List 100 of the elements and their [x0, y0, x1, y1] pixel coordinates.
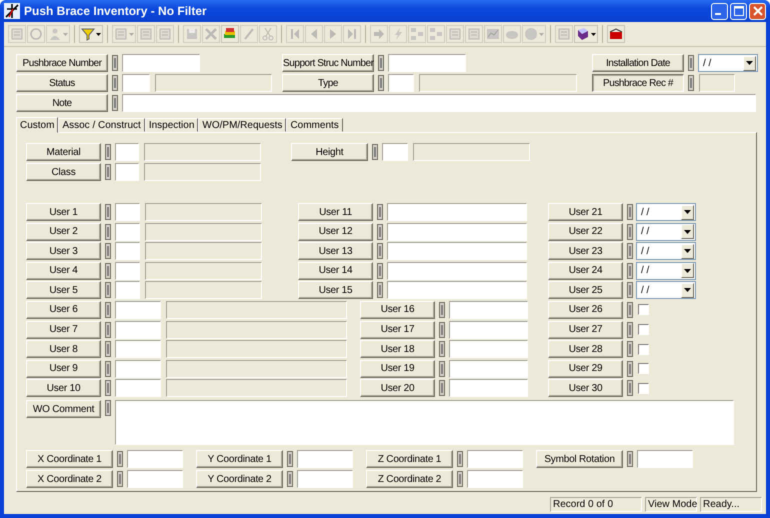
field-label-button[interactable]: User 23: [548, 242, 623, 260]
field-label-button[interactable]: User 29: [548, 360, 623, 378]
field-label-button[interactable]: User 15: [298, 281, 373, 300]
tab[interactable]: Custom: [16, 117, 58, 133]
comment-field[interactable]: [115, 400, 734, 446]
input-field[interactable]: [115, 360, 161, 378]
input-field[interactable]: [387, 203, 527, 221]
toolbar-button[interactable]: [574, 25, 598, 43]
field-label-button[interactable]: User 13: [298, 242, 373, 260]
input-field[interactable]: [467, 470, 523, 488]
field-label-button[interactable]: Note: [16, 94, 108, 112]
input-field[interactable]: [115, 222, 140, 241]
checkbox[interactable]: [638, 382, 649, 394]
date-field[interactable]: / /: [636, 262, 696, 280]
input-field[interactable]: [637, 450, 693, 468]
input-field[interactable]: [449, 320, 528, 339]
field-label-button[interactable]: Y Coordinate 2: [196, 470, 283, 488]
field-label-button[interactable]: User 4: [26, 262, 101, 280]
field-label-button[interactable]: User 27: [548, 320, 623, 339]
input-field[interactable]: [387, 262, 527, 280]
field-label-button[interactable]: Pushbrace Rec #: [592, 74, 684, 92]
field-label-button[interactable]: User 19: [360, 360, 435, 378]
field-label-button[interactable]: X Coordinate 1: [26, 450, 113, 468]
checkbox[interactable]: [638, 304, 649, 316]
input-field[interactable]: [115, 203, 140, 221]
field-label-button[interactable]: User 3: [26, 242, 101, 260]
input-field[interactable]: [387, 281, 527, 300]
input-field[interactable]: [127, 470, 183, 488]
field-label-button[interactable]: Installation Date: [592, 54, 684, 72]
field-label-button[interactable]: Y Coordinate 1: [196, 450, 283, 468]
input-field[interactable]: [449, 340, 528, 358]
input-field[interactable]: [115, 320, 161, 339]
field-label-button[interactable]: User 26: [548, 300, 623, 319]
date-field[interactable]: / /: [636, 222, 696, 241]
input-field[interactable]: [387, 242, 527, 260]
input-field[interactable]: [388, 74, 414, 92]
field-label-button[interactable]: Status: [16, 74, 108, 92]
input-field[interactable]: [115, 143, 139, 161]
field-label-button[interactable]: User 14: [298, 262, 373, 280]
field-label-button[interactable]: Type: [282, 74, 374, 92]
input-field[interactable]: [115, 281, 140, 300]
input-field[interactable]: [449, 379, 528, 398]
close-button[interactable]: [749, 2, 766, 20]
input-field[interactable]: [115, 163, 139, 181]
field-label-button[interactable]: User 17: [360, 320, 435, 339]
field-label-button[interactable]: User 11: [298, 203, 373, 221]
tab[interactable]: Assoc / Construct: [58, 118, 145, 132]
date-field[interactable]: / /: [636, 203, 696, 221]
tab[interactable]: WO/PM/Requests: [198, 118, 286, 132]
field-label-button[interactable]: User 24: [548, 262, 623, 280]
field-label-button[interactable]: WO Comment: [26, 400, 101, 418]
toolbar-button[interactable]: [79, 25, 103, 43]
input-field[interactable]: [127, 450, 183, 468]
field-label-button[interactable]: User 8: [26, 340, 101, 358]
field-label-button[interactable]: User 18: [360, 340, 435, 358]
field-label-button[interactable]: Z Coordinate 1: [366, 450, 453, 468]
field-label-button[interactable]: User 7: [26, 320, 101, 339]
input-field[interactable]: [115, 340, 161, 358]
field-label-button[interactable]: User 30: [548, 379, 623, 398]
field-label-button[interactable]: User 20: [360, 379, 435, 398]
field-label-button[interactable]: Material: [26, 143, 101, 161]
date-field[interactable]: / /: [636, 242, 696, 260]
field-label-button[interactable]: User 2: [26, 222, 101, 241]
field-label-button[interactable]: Pushbrace Number: [16, 54, 108, 72]
input-field[interactable]: [387, 222, 527, 241]
checkbox[interactable]: [638, 324, 649, 336]
input-field[interactable]: [115, 379, 161, 398]
input-field[interactable]: [115, 300, 161, 319]
input-field[interactable]: [297, 450, 353, 468]
field-label-button[interactable]: Z Coordinate 2: [366, 470, 453, 488]
input-field[interactable]: [115, 242, 140, 260]
field-label-button[interactable]: User 10: [26, 379, 101, 398]
field-label-button[interactable]: Class: [26, 163, 101, 181]
field-label-button[interactable]: User 6: [26, 300, 101, 319]
tab[interactable]: Comments: [286, 118, 343, 132]
maximize-button[interactable]: [730, 2, 747, 20]
field-label-button[interactable]: Support Struc Number: [282, 54, 374, 72]
input-field[interactable]: [122, 94, 756, 112]
minimize-button[interactable]: [711, 2, 728, 20]
toolbar-button[interactable]: [607, 25, 625, 43]
field-label-button[interactable]: User 21: [548, 203, 623, 221]
field-label-button[interactable]: Symbol Rotation: [536, 450, 623, 468]
input-field[interactable]: [122, 54, 200, 72]
input-field[interactable]: [115, 262, 140, 280]
date-field[interactable]: / /: [636, 281, 696, 300]
field-label-button[interactable]: User 5: [26, 281, 101, 300]
input-field[interactable]: [467, 450, 523, 468]
input-field[interactable]: [388, 54, 466, 72]
field-label-button[interactable]: User 22: [548, 222, 623, 241]
input-field[interactable]: [122, 74, 150, 92]
input-field[interactable]: [382, 143, 408, 161]
field-label-button[interactable]: User 28: [548, 340, 623, 358]
input-field[interactable]: [297, 470, 353, 488]
field-label-button[interactable]: User 1: [26, 203, 101, 221]
input-field[interactable]: [449, 300, 528, 319]
checkbox[interactable]: [638, 344, 649, 355]
checkbox[interactable]: [638, 363, 649, 374]
field-label-button[interactable]: User 25: [548, 281, 623, 300]
date-field[interactable]: / /: [698, 54, 758, 72]
tab[interactable]: Inspection: [144, 118, 198, 132]
